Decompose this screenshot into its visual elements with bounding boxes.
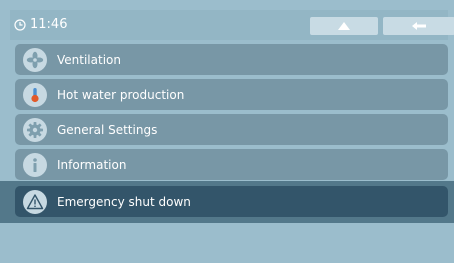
menu-label-hot-water: Hot water production bbox=[57, 87, 185, 102]
menu-label-information: Information bbox=[57, 157, 127, 172]
clock-icon bbox=[14, 19, 26, 31]
menu-item-emergency-shut-down[interactable]: Emergency shut down bbox=[15, 186, 448, 217]
home-button[interactable] bbox=[310, 17, 378, 35]
info-icon bbox=[23, 152, 47, 177]
back-button[interactable] bbox=[383, 17, 454, 35]
home-icon bbox=[338, 22, 350, 30]
menu-label-emergency-shut-down: Emergency shut down bbox=[57, 194, 191, 209]
menu-item-ventilation[interactable]: Ventilation bbox=[15, 44, 448, 75]
fan-icon bbox=[23, 47, 47, 72]
back-arrow-icon bbox=[412, 22, 426, 30]
menu-label-general-settings: General Settings bbox=[57, 122, 158, 137]
menu-item-general-settings[interactable]: General Settings bbox=[15, 114, 448, 145]
menu-label-ventilation: Ventilation bbox=[57, 52, 121, 67]
gear-icon bbox=[23, 117, 47, 142]
status-bar: 11:46 bbox=[10, 10, 454, 40]
clock-time: 11:46 bbox=[30, 17, 68, 32]
thermometer-icon bbox=[23, 82, 47, 107]
menu-item-hot-water[interactable]: Hot water production bbox=[15, 79, 448, 110]
menu-item-information[interactable]: Information bbox=[15, 149, 448, 180]
warning-icon bbox=[23, 189, 47, 214]
